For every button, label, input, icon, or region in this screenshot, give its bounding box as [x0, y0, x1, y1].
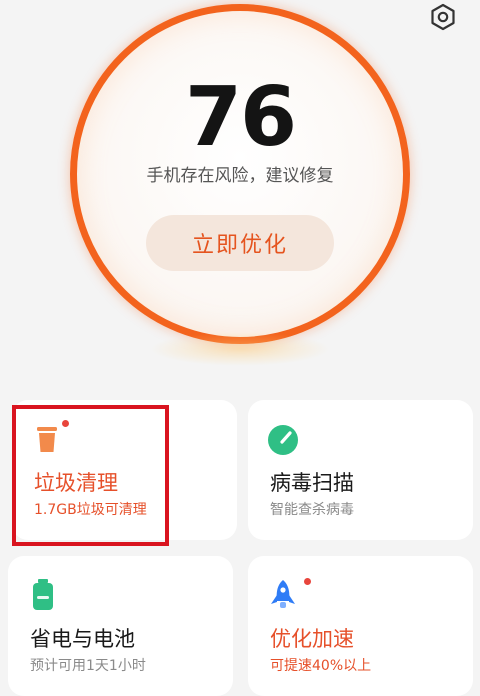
card-junk-cleanup[interactable]: 垃圾清理 1.7GB垃圾可清理 [12, 400, 237, 540]
card-subtitle: 可提速40%以上 [270, 658, 372, 674]
card-subtitle: 智能查杀病毒 [270, 502, 354, 518]
rocket-icon [271, 580, 295, 608]
trash-bin-icon [37, 427, 57, 452]
alert-dot [304, 578, 311, 585]
health-score-value: 76 [184, 70, 297, 165]
card-speed-boost[interactable]: 优化加速 可提速40%以上 [248, 556, 473, 696]
ring-glow [150, 332, 330, 366]
optimize-now-button[interactable]: 立即优化 [146, 215, 334, 271]
card-subtitle: 预计可用1天1小时 [30, 658, 146, 674]
alert-dot [62, 420, 69, 427]
card-title: 垃圾清理 [34, 471, 118, 495]
card-virus-scan[interactable]: 病毒扫描 智能查杀病毒 [248, 400, 473, 540]
virus-scan-icon [268, 425, 298, 455]
card-subtitle: 1.7GB垃圾可清理 [34, 502, 147, 518]
card-title: 优化加速 [270, 627, 354, 651]
settings-hexagon-icon [431, 3, 455, 31]
card-title: 省电与电池 [30, 627, 135, 651]
card-title: 病毒扫描 [270, 471, 354, 495]
card-battery[interactable]: 省电与电池 预计可用1天1小时 [8, 556, 233, 696]
battery-icon [33, 579, 53, 610]
settings-button[interactable] [426, 0, 460, 34]
health-status-text: 手机存在风险，建议修复 [146, 166, 334, 186]
